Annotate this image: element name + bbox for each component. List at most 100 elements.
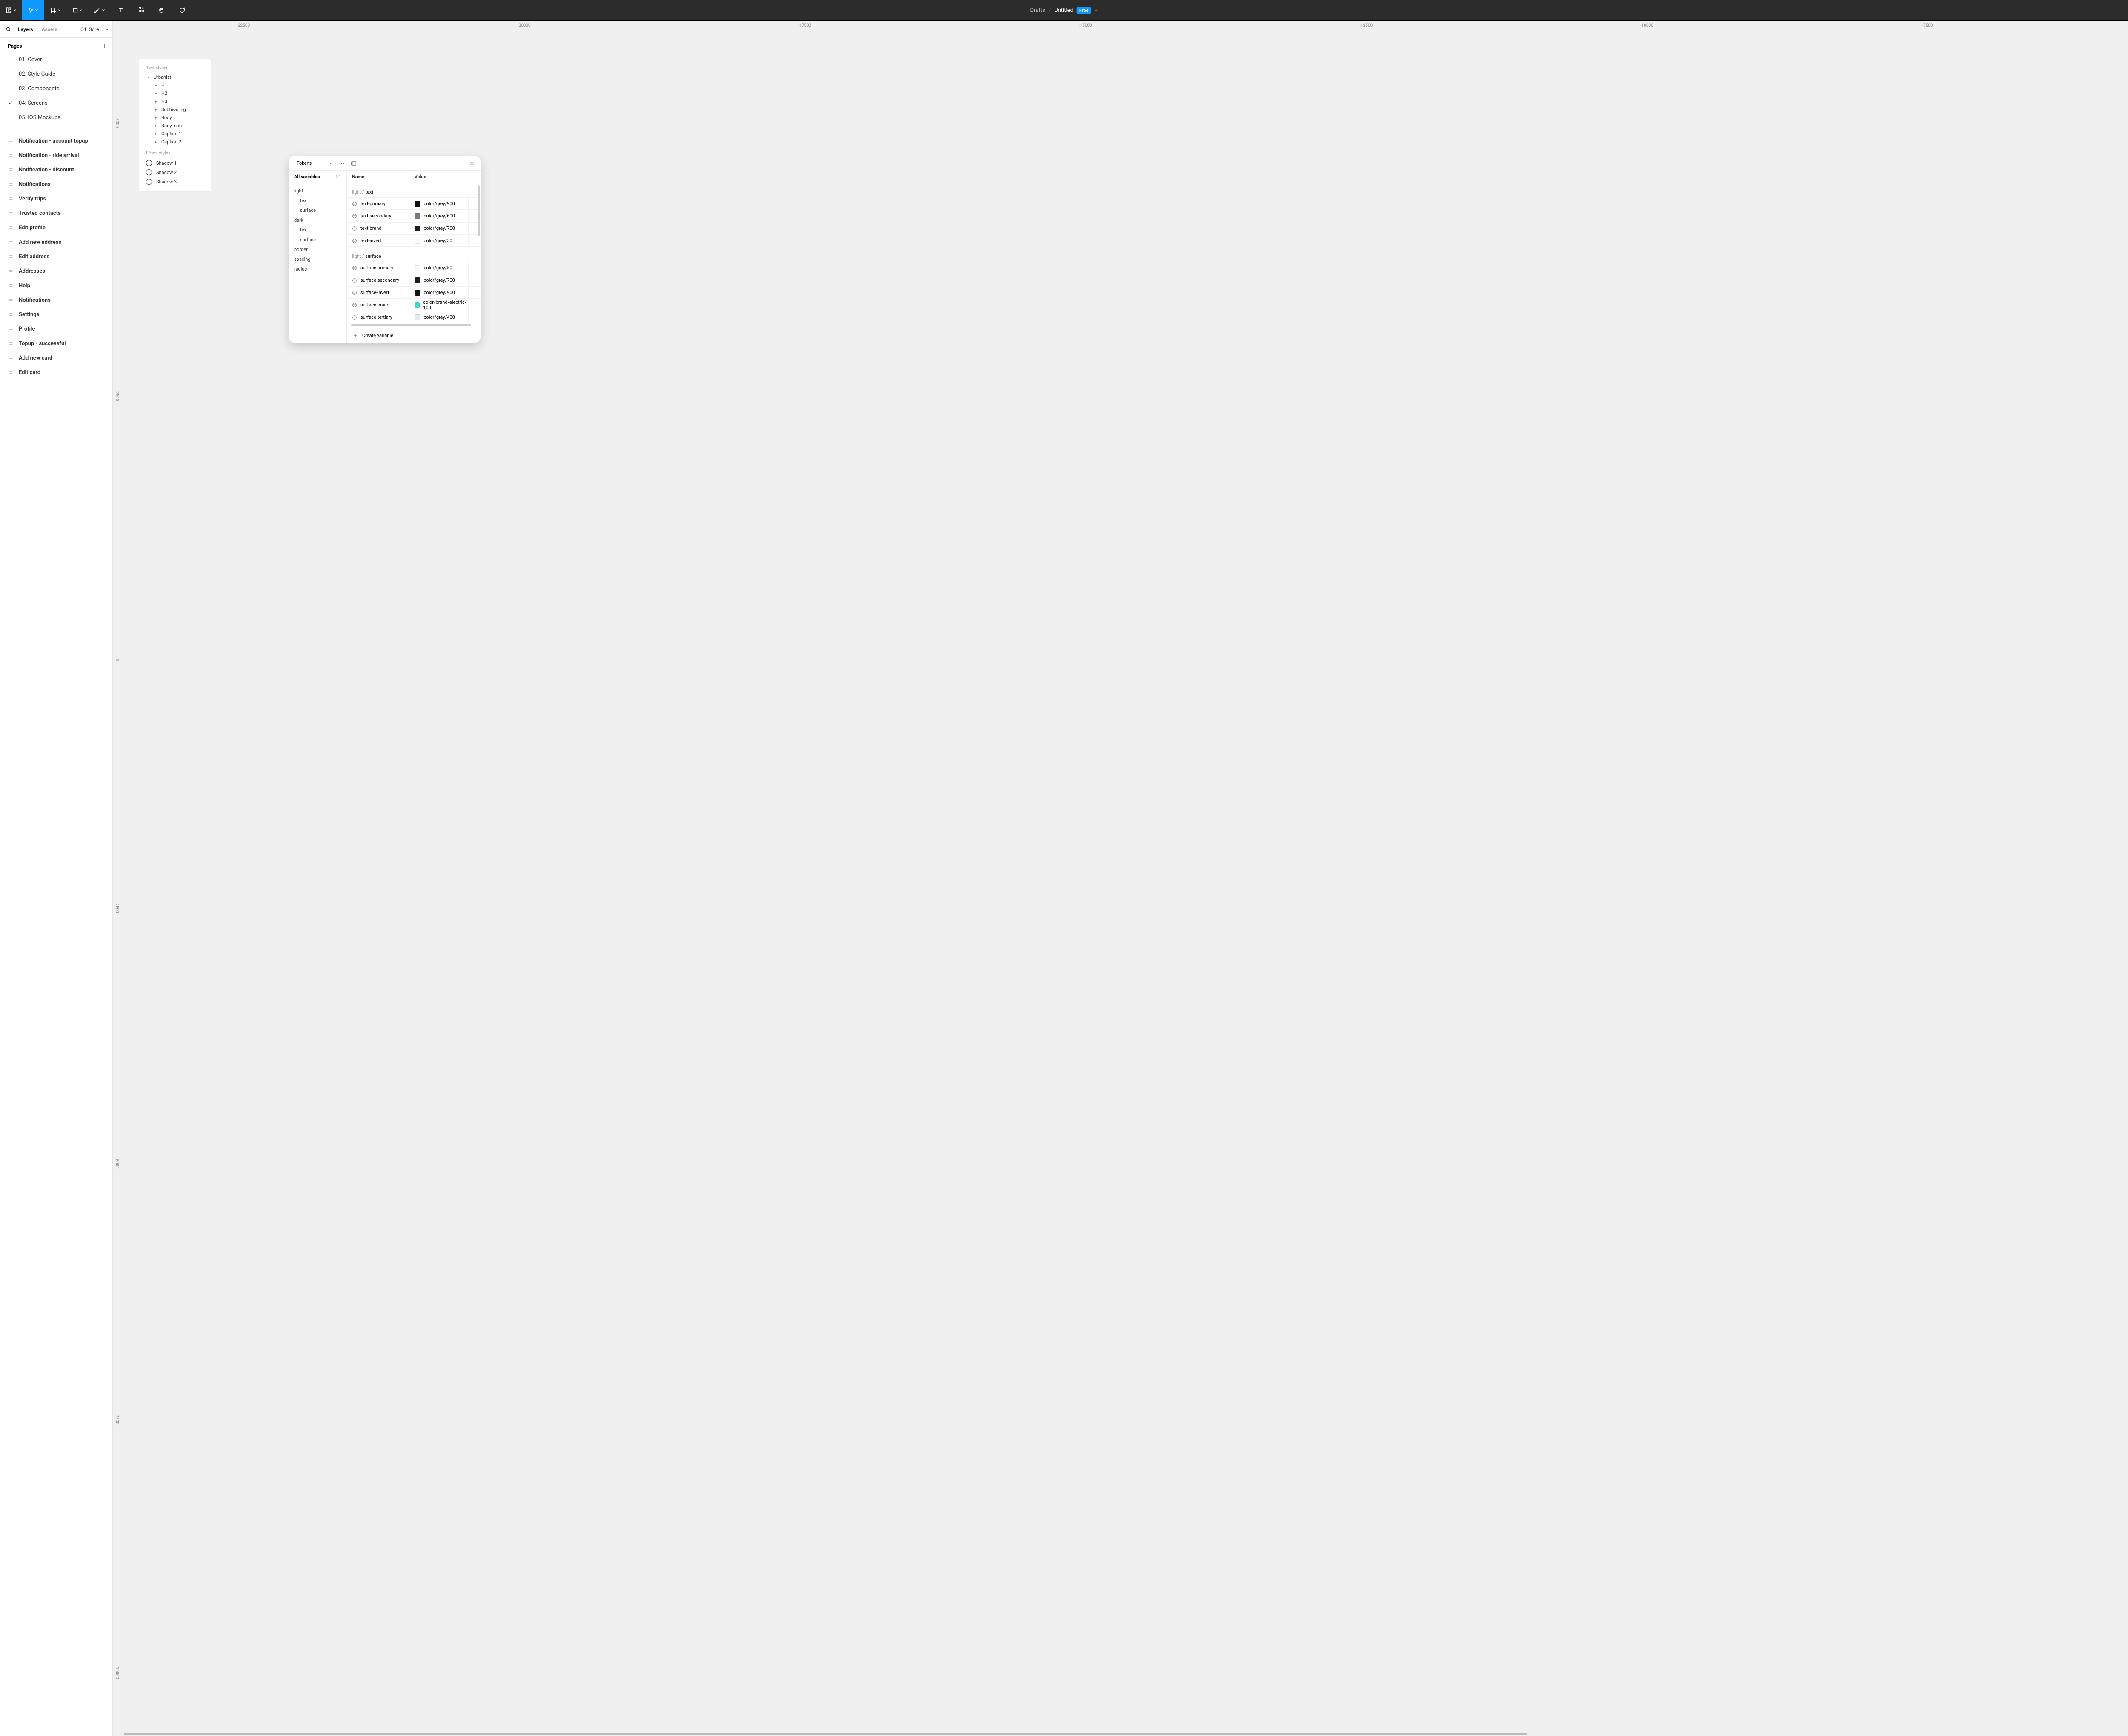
main-menu-button[interactable] — [0, 0, 22, 20]
layer-item[interactable]: Edit card — [0, 365, 112, 380]
layer-item[interactable]: Add new card — [0, 351, 112, 365]
add-mode-button[interactable] — [469, 171, 481, 183]
ruler-tick: 5000 — [114, 1159, 119, 1168]
variable-group-label: light / text — [347, 188, 481, 197]
file-title[interactable]: Untitled — [1054, 7, 1073, 14]
ruler-tick: -22500 — [237, 23, 250, 28]
resources-button[interactable] — [131, 0, 152, 20]
page-item[interactable]: 04. Screens — [0, 96, 112, 110]
variables-panel: Tokens — [289, 156, 481, 343]
ruler-tick: -15000 — [1079, 23, 1092, 28]
effect-style-item[interactable]: Shadow 2 — [139, 168, 211, 177]
variable-row[interactable]: text-brandcolor/grey/700 — [347, 222, 481, 234]
shape-tool-button[interactable] — [66, 0, 89, 20]
ruler-tick: 0 — [114, 658, 119, 661]
variable-row[interactable]: text-primarycolor/grey/900 — [347, 197, 481, 210]
variables-vertical-scrollbar[interactable] — [478, 185, 480, 236]
text-style-item[interactable]: ▸Caption 2 — [139, 138, 211, 146]
layer-item[interactable]: Help — [0, 278, 112, 293]
effect-style-item[interactable]: Shadow 3 — [139, 177, 211, 186]
page-item[interactable]: 05. IOS Mockups — [0, 110, 112, 125]
variables-horizontal-scrollbar[interactable] — [351, 324, 476, 327]
text-style-item[interactable]: ▸Subheading — [139, 106, 211, 114]
layer-item[interactable]: Trusted contacts — [0, 206, 112, 220]
layer-item[interactable]: Addresses — [0, 264, 112, 278]
variable-group-node[interactable]: text — [289, 196, 346, 206]
canvas-horizontal-scrollbar[interactable] — [123, 1732, 2128, 1736]
all-variables-count: 31 — [336, 174, 341, 180]
variable-row[interactable]: surface-brandcolor/brand/electric-100 — [347, 299, 481, 311]
color-swatch — [415, 302, 420, 308]
variable-row[interactable]: text-secondarycolor/grey/600 — [347, 210, 481, 222]
plan-badge[interactable]: Free — [1077, 7, 1091, 14]
add-page-button[interactable] — [101, 43, 107, 49]
variable-group-node[interactable]: spacing — [289, 254, 346, 264]
text-style-item[interactable]: ▸Body — [139, 114, 211, 122]
layer-item[interactable]: Notifications — [0, 177, 112, 191]
variable-group-node[interactable]: radius — [289, 264, 346, 274]
variable-group-node[interactable]: light — [289, 186, 346, 196]
frame-icon — [8, 182, 14, 187]
layer-item[interactable]: Profile — [0, 322, 112, 336]
pen-tool-button[interactable] — [89, 0, 111, 20]
variable-group-node[interactable]: text — [289, 225, 346, 235]
color-swatch — [415, 277, 420, 283]
color-variable-icon — [352, 201, 357, 206]
frame-icon — [8, 167, 14, 172]
text-style-item[interactable]: ▸H3 — [139, 97, 211, 106]
color-swatch — [415, 201, 420, 207]
text-tool-button[interactable] — [111, 0, 131, 20]
variable-row[interactable]: surface-tertiarycolor/grey/400 — [347, 311, 481, 323]
variable-row[interactable]: surface-invertcolor/grey/900 — [347, 286, 481, 299]
layer-item[interactable]: Settings — [0, 307, 112, 322]
collection-more-button[interactable] — [338, 159, 346, 168]
variable-group-node[interactable]: border — [289, 245, 346, 254]
layer-item[interactable]: Edit profile — [0, 220, 112, 235]
all-variables-label[interactable]: All variables — [294, 174, 320, 180]
layer-item[interactable]: Edit address — [0, 249, 112, 264]
variable-row[interactable]: text-invertcolor/grey/50 — [347, 234, 481, 247]
tab-layers[interactable]: Layers — [14, 26, 37, 32]
font-group[interactable]: ▾ Urbanist — [139, 73, 211, 81]
effect-styles-title: Effect styles — [139, 150, 211, 158]
breadcrumb-drafts[interactable]: Drafts — [1030, 7, 1045, 14]
layer-item[interactable]: Add new address — [0, 235, 112, 249]
tab-assets[interactable]: Assets — [37, 26, 62, 32]
layer-item[interactable]: Notifications — [0, 293, 112, 307]
variable-row[interactable]: surface-secondarycolor/grey/700 — [347, 274, 481, 286]
text-style-item[interactable]: ▸H1 — [139, 81, 211, 89]
text-style-item[interactable]: ▸H2 — [139, 89, 211, 97]
color-variable-icon — [352, 315, 357, 320]
variable-group-node[interactable]: surface — [289, 206, 346, 215]
page-item[interactable]: 01. Cover — [0, 52, 112, 67]
layer-item[interactable]: Notification - discount — [0, 163, 112, 177]
variable-row[interactable]: surface-primarycolor/grey/50 — [347, 262, 481, 274]
collection-dropdown[interactable]: Tokens — [293, 159, 336, 167]
hand-tool-button[interactable] — [152, 0, 172, 20]
chevron-down-icon[interactable] — [1094, 9, 1098, 12]
text-style-item[interactable]: ▸Body -sub — [139, 122, 211, 130]
move-tool-button[interactable] — [22, 0, 44, 20]
create-variable-button[interactable]: Create variable — [347, 328, 481, 343]
current-page-dropdown[interactable]: 04. Scre... — [80, 26, 109, 32]
sidebar-toggle-button[interactable] — [349, 159, 358, 168]
ruler-vertical: -5000-2500025005000750010000 — [113, 31, 123, 1736]
text-style-item[interactable]: ▸Caption 1 — [139, 130, 211, 138]
canvas[interactable]: -22500-20000-17500-15000-12500-10000-750… — [113, 21, 2128, 1736]
layer-item[interactable]: Notification - ride arrival — [0, 148, 112, 163]
page-item[interactable]: 02. Style Guide — [0, 67, 112, 81]
frame-icon — [8, 268, 14, 274]
page-item[interactable]: 03. Components — [0, 81, 112, 96]
close-button[interactable] — [468, 159, 476, 168]
variable-group-node[interactable]: surface — [289, 235, 346, 245]
frame-tool-button[interactable] — [44, 0, 66, 20]
variable-group-node[interactable]: dark — [289, 215, 346, 225]
color-variable-icon — [352, 278, 357, 283]
layer-item[interactable]: Verify trips — [0, 191, 112, 206]
effect-style-item[interactable]: Shadow 1 — [139, 158, 211, 168]
layer-item[interactable]: Topup - successful — [0, 336, 112, 351]
comment-tool-button[interactable] — [172, 0, 192, 20]
color-swatch — [415, 265, 420, 271]
layer-item[interactable]: Notification - account topup — [0, 134, 112, 148]
search-icon[interactable] — [3, 26, 14, 32]
